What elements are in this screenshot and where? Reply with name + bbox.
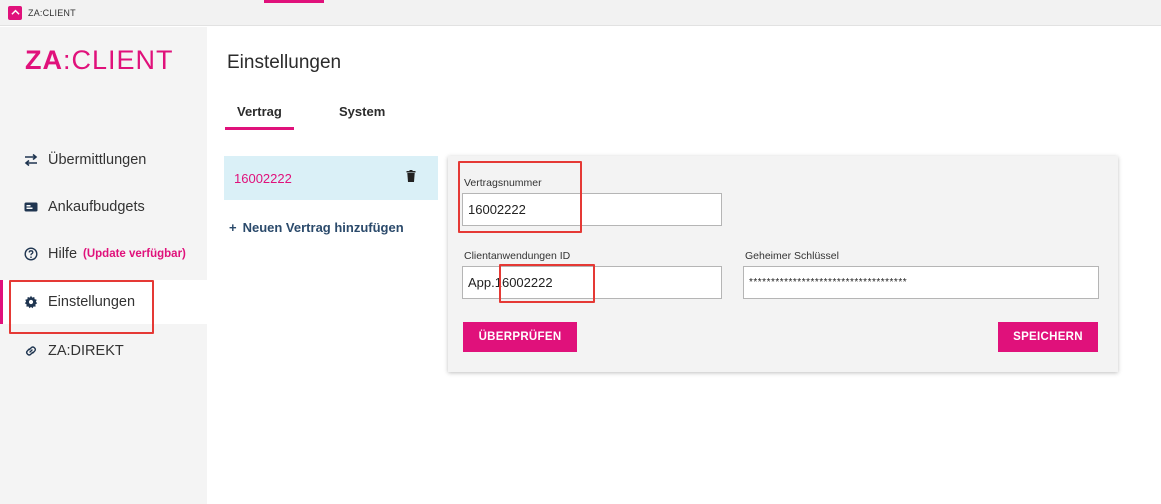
client-app-id-input[interactable]: App.16002222 — [462, 266, 722, 299]
sidebar-item-einstellungen[interactable]: Einstellungen — [0, 280, 207, 324]
save-button[interactable]: SPEICHERN — [998, 322, 1098, 352]
sidebar-item-label: Übermittlungen — [48, 152, 147, 168]
tab-vertrag[interactable]: Vertrag — [225, 104, 294, 130]
window-titlebar: ZA:CLIENT — [0, 0, 1161, 26]
check-button[interactable]: ÜBERPRÜFEN — [463, 322, 577, 352]
arrows-exchange-icon — [24, 153, 38, 167]
client-app-id-label: Clientanwendungen ID — [464, 250, 571, 262]
add-contract-link[interactable]: + Neuen Vertrag hinzufügen — [229, 220, 404, 235]
contract-settings-panel: Vertragsnummer 16002222 Clientanwendunge… — [448, 156, 1118, 372]
contract-number-label: Vertragsnummer — [464, 177, 542, 189]
plus-icon: + — [229, 220, 237, 235]
gear-icon — [24, 295, 38, 309]
secret-key-input[interactable]: ************************************ — [743, 266, 1099, 299]
contract-number-input[interactable]: 16002222 — [462, 193, 722, 226]
page-title: Einstellungen — [227, 52, 342, 73]
sidebar-item-za-direkt[interactable]: ZA:DIREKT — [0, 329, 207, 373]
secret-key-label: Geheimer Schlüssel — [745, 250, 839, 262]
link-icon — [24, 344, 38, 358]
tab-system[interactable]: System — [339, 104, 385, 119]
sidebar-item-label: Hilfe — [48, 246, 78, 262]
sidebar-item-hilfe[interactable]: Hilfe (Update verfügbar) — [0, 232, 207, 276]
contract-number: 16002222 — [234, 170, 292, 186]
update-badge: (Update verfügbar) — [83, 248, 186, 260]
card-icon — [24, 200, 38, 214]
trash-icon[interactable] — [406, 169, 416, 187]
help-circle-icon — [24, 247, 38, 261]
brand-logo: ZA:CLIENT — [25, 45, 174, 75]
top-accent-bar — [264, 0, 324, 3]
contract-list-item[interactable]: 16002222 — [224, 156, 438, 200]
window-title: ZA:CLIENT — [28, 7, 76, 18]
app-logo-icon — [8, 5, 22, 20]
sidebar-item-label: ZA:DIREKT — [48, 343, 124, 359]
sidebar-item-label: Einstellungen — [48, 294, 136, 310]
sidebar-item-label: Ankaufbudgets — [48, 199, 145, 215]
sidebar-item-uebermittlungen[interactable]: Übermittlungen — [0, 138, 207, 182]
sidebar-item-ankaufbudgets[interactable]: Ankaufbudgets — [0, 185, 207, 229]
